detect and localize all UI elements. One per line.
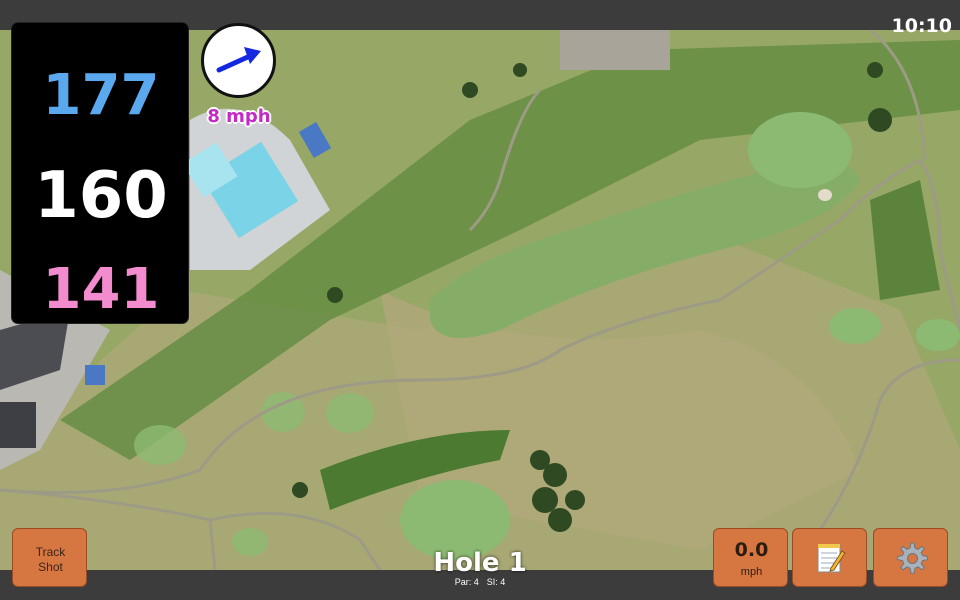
track-shot-button[interactable]: Track Shot bbox=[12, 528, 87, 587]
hole-info: Par: 4 SI: 4 bbox=[420, 577, 540, 587]
back-distance: 177 bbox=[42, 63, 160, 128]
distance-panel: 177 160 141 bbox=[11, 22, 189, 324]
hole-title: Hole 1 bbox=[433, 548, 527, 578]
speed-button[interactable]: 0.0 mph bbox=[713, 528, 788, 587]
wind-indicator bbox=[201, 23, 276, 98]
track-shot-label-line2: Shot bbox=[38, 560, 63, 574]
clock: 10:10 bbox=[891, 15, 952, 37]
hole-par: Par: 4 bbox=[454, 577, 479, 587]
scorecard-notes-button[interactable] bbox=[792, 528, 867, 587]
settings-button[interactable] bbox=[873, 528, 948, 587]
track-shot-label-line1: Track bbox=[35, 545, 66, 559]
gear-icon bbox=[896, 542, 928, 574]
middle-distance: 160 bbox=[34, 159, 168, 233]
speed-unit: mph bbox=[740, 566, 763, 578]
wind-speed: 8 mph bbox=[207, 106, 271, 127]
hole-si: SI: 4 bbox=[486, 577, 506, 587]
speed-value: 0.0 bbox=[734, 539, 769, 561]
front-distance: 141 bbox=[42, 257, 160, 322]
notepad-icon bbox=[817, 544, 846, 573]
arrow-right-icon bbox=[216, 47, 261, 73]
